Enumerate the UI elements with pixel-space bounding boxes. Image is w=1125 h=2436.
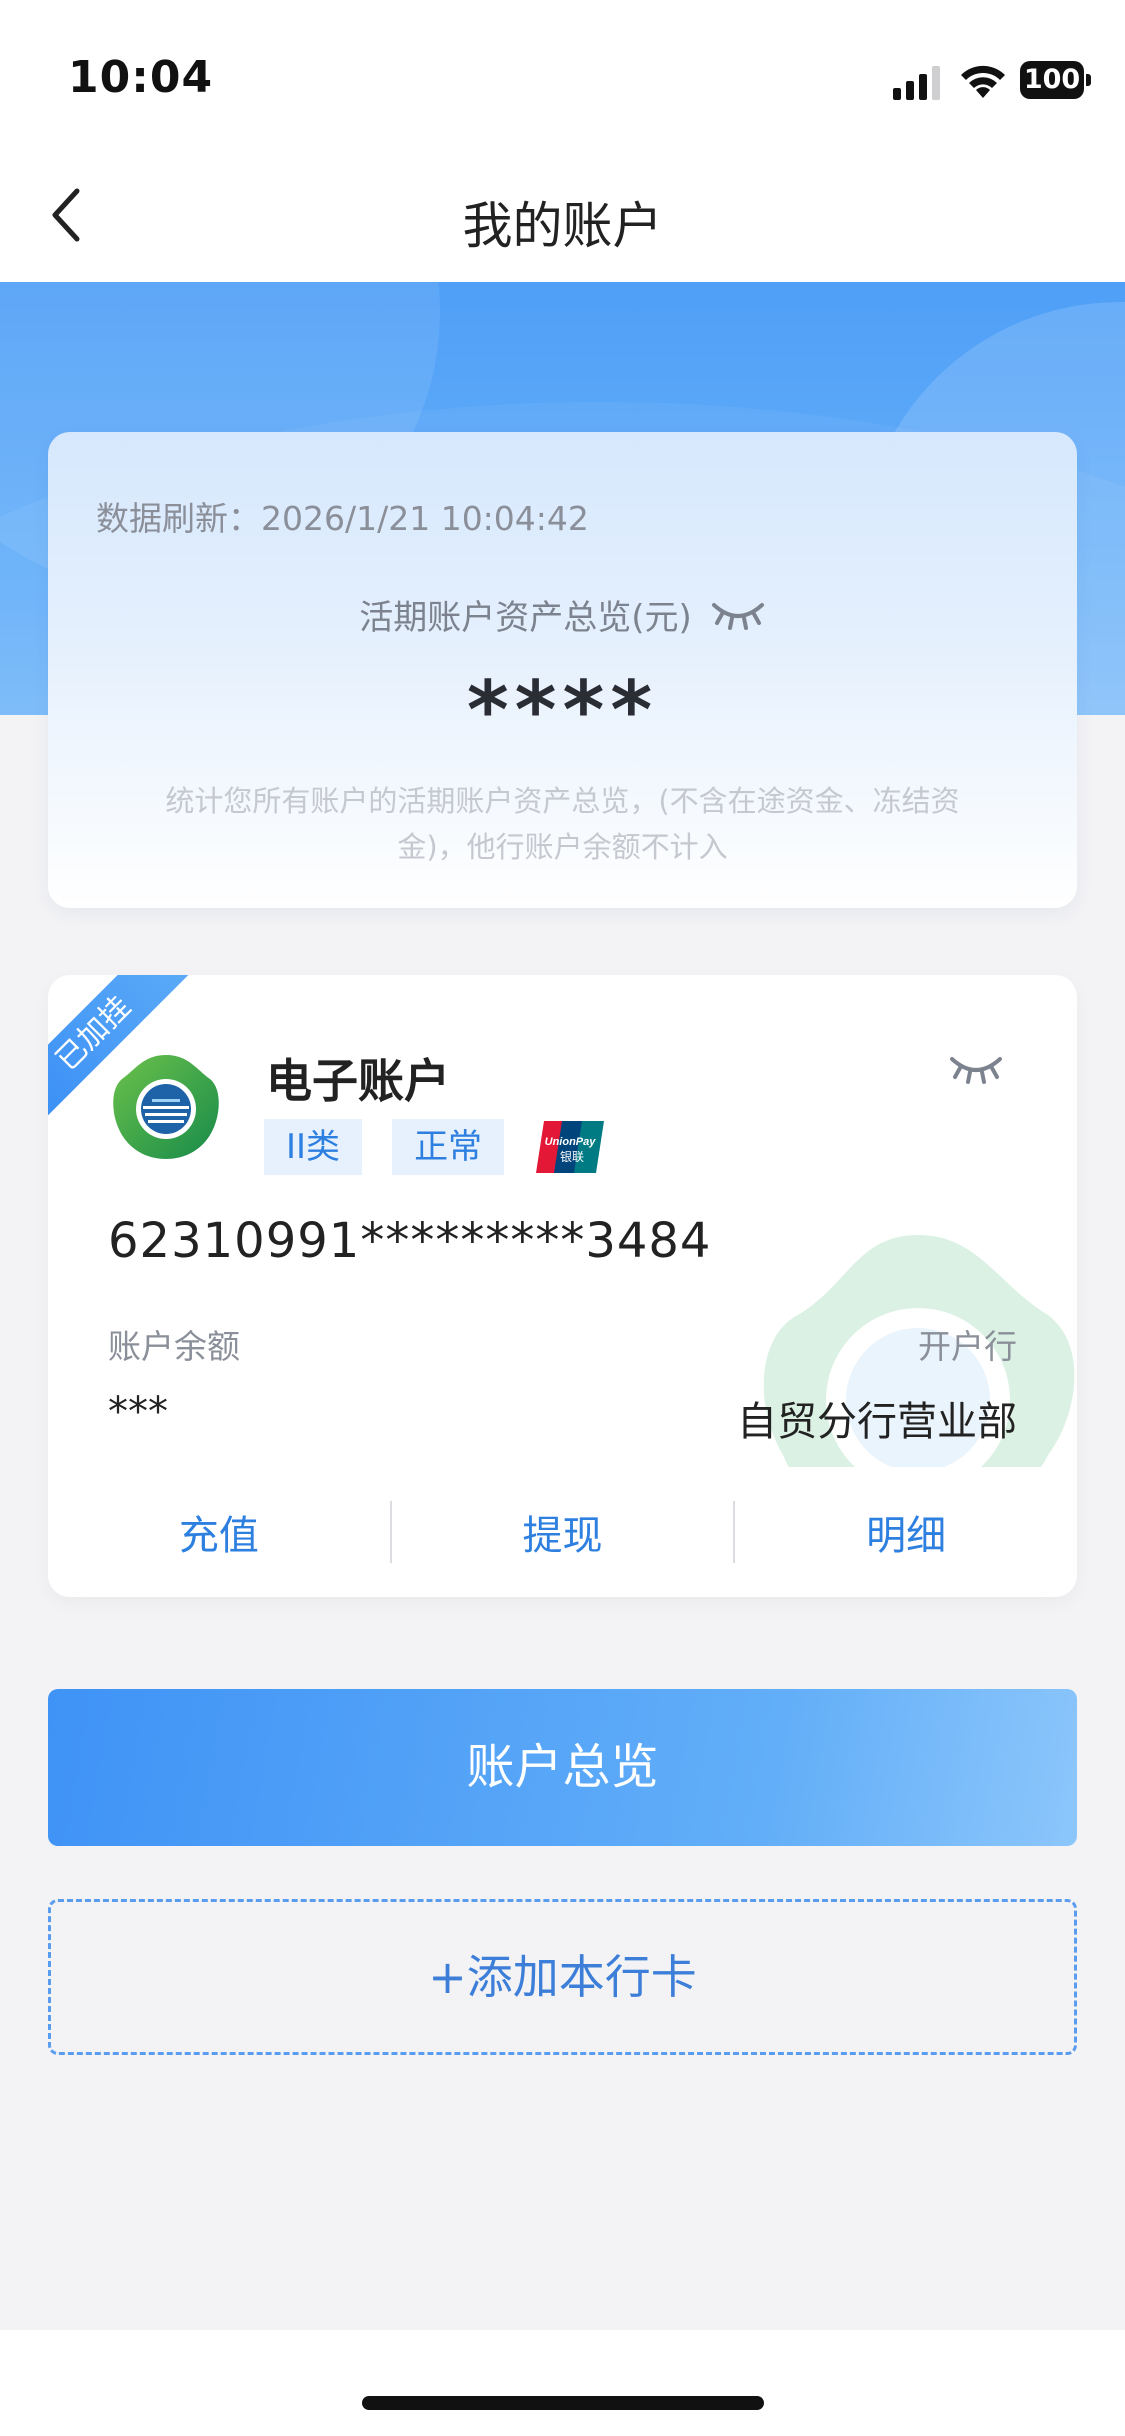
total-asset-label: 活期账户资产总览(元) <box>359 598 692 638</box>
account-status-tag: 正常 <box>392 1119 505 1175</box>
card-number: 62310991*********3484 <box>108 1213 712 1269</box>
account-class-tag: II类 <box>264 1119 363 1175</box>
balance-label: 账户余额 <box>108 1327 240 1366</box>
home-indicator[interactable] <box>362 2396 764 2410</box>
account-overview-button[interactable]: 账户总览 <box>48 1689 1077 1846</box>
total-label-row: 活期账户资产总览(元) <box>48 590 1077 639</box>
account-name: 电子账户 <box>266 1054 450 1108</box>
withdraw-button[interactable]: 提现 <box>392 1503 734 1561</box>
bottom-safe-area <box>0 2330 1125 2436</box>
nav-bar: 我的账户 <box>0 150 1125 282</box>
svg-text:UnionPay: UnionPay <box>545 1136 597 1148</box>
status-time: 10:04 <box>68 52 214 103</box>
cellular-signal-icon <box>893 66 940 100</box>
recharge-button[interactable]: 充值 <box>48 1503 390 1561</box>
total-asset-amount: **** <box>466 664 659 757</box>
svg-text:银联: 银联 <box>560 1150 584 1164</box>
page-title: 我的账户 <box>462 197 663 255</box>
asset-summary-card: 数据刷新：2026/1/21 10:04:42 活期账户资产总览(元) ****… <box>48 432 1077 908</box>
eye-closed-icon[interactable] <box>948 1051 1004 1087</box>
branch-label: 开户行 <box>918 1327 1017 1366</box>
add-bank-card-button[interactable]: +添加本行卡 <box>48 1899 1077 2055</box>
data-refresh-row: 数据刷新：2026/1/21 10:04:42 <box>96 492 589 540</box>
battery-level: 100 <box>1020 61 1084 99</box>
card-actions: 充值 提现 明细 <box>48 1467 1077 1597</box>
bank-logo-icon <box>113 1055 219 1159</box>
battery-icon: 100 <box>1020 61 1091 99</box>
balance-value: *** <box>108 1389 168 1435</box>
refresh-time: 2026/1/21 10:04:42 <box>261 499 589 538</box>
total-asset-note: 统计您所有账户的活期账户资产总览，(不含在途资金、冻结资金)，他行账户余额不计入 <box>165 784 960 864</box>
branch-value: 自贸分行营业部 <box>737 1399 1017 1445</box>
status-bar: 10:04 100 <box>0 0 1125 150</box>
details-button[interactable]: 明细 <box>735 1503 1077 1561</box>
refresh-label: 数据刷新： <box>96 499 261 538</box>
eye-closed-icon[interactable] <box>710 597 766 633</box>
page: 10:04 100 我的账户 数据刷新：2026/1/21 10:04:42 活… <box>0 0 1125 2436</box>
unionpay-icon: UnionPay 银联 <box>536 1121 605 1173</box>
account-tags: II类 正常 UnionPay 银联 <box>264 1119 606 1175</box>
wifi-icon <box>961 65 1005 98</box>
account-card[interactable]: 已加挂 电子账户 II类 正常 UnionPay 银联 62310991****… <box>48 975 1077 1597</box>
